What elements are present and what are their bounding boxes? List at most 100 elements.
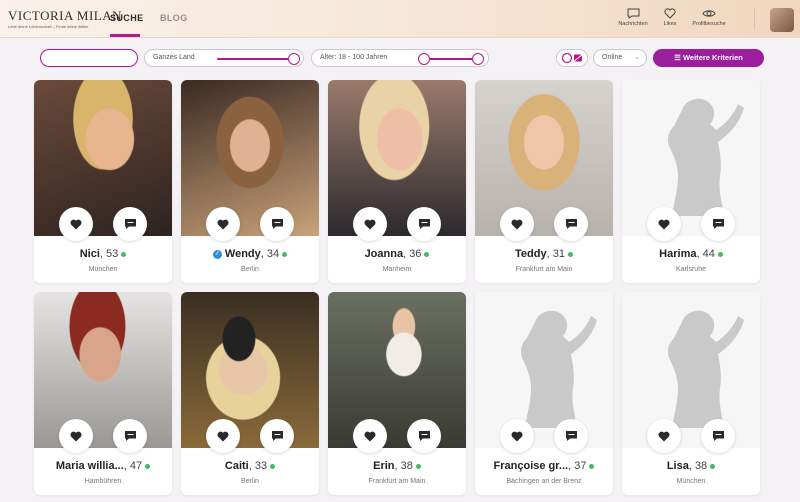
likes-button[interactable]: Likes	[656, 8, 684, 27]
more-criteria-label: Weitere Kriterien	[682, 53, 743, 62]
profile-photo[interactable]	[34, 80, 172, 236]
logo-tagline: Lebe deine Leidenschaft – Finde deine Af…	[8, 24, 89, 29]
message-button[interactable]	[701, 207, 735, 241]
profile-photo[interactable]	[622, 292, 760, 448]
profile-card[interactable]: Lisa, 38 München	[622, 292, 760, 495]
profile-photo[interactable]	[475, 80, 613, 236]
heart-icon	[511, 219, 523, 229]
tab-blog[interactable]: BLOG	[160, 13, 188, 23]
online-status-icon	[145, 463, 151, 469]
profile-name-line[interactable]: ✓ Wendy, 34	[181, 248, 319, 260]
active-tab-indicator	[110, 34, 140, 37]
profile-name-line[interactable]: Teddy, 31	[475, 248, 613, 260]
profile-name-line[interactable]: Joanna, 36	[328, 248, 466, 260]
profile-photo[interactable]	[328, 292, 466, 448]
profile-card[interactable]: Françoise gr..., 37 Bächingen an der Bren…	[475, 292, 613, 495]
header-divider	[754, 8, 755, 30]
status-value: Online	[602, 54, 623, 61]
status-select[interactable]: Online ⌄	[593, 49, 647, 67]
like-button[interactable]	[59, 207, 93, 241]
user-avatar[interactable]	[770, 8, 794, 32]
profile-name: Joanna	[364, 248, 404, 260]
profile-card[interactable]: Joanna, 36 Manheim	[328, 80, 466, 283]
likes-label: Likes	[663, 21, 677, 27]
profile-photo[interactable]	[34, 292, 172, 448]
profile-visits-label: Profilbesuche	[692, 21, 726, 27]
age-filter[interactable]: Alter: 18 - 100 Jahren	[311, 49, 489, 67]
search-input[interactable]	[40, 49, 138, 67]
like-button[interactable]	[59, 419, 93, 453]
profile-photo[interactable]	[475, 292, 613, 448]
online-status-icon	[589, 463, 595, 469]
like-button[interactable]	[353, 419, 387, 453]
heart-icon	[70, 431, 82, 441]
like-button[interactable]	[500, 419, 534, 453]
age-max-knob[interactable]	[472, 53, 484, 65]
profile-age: , 44	[696, 248, 715, 260]
profile-photo[interactable]	[328, 80, 466, 236]
more-criteria-button[interactable]: ☰ Weitere Kriterien	[653, 49, 764, 67]
profile-name-line[interactable]: Harima, 44	[622, 248, 760, 260]
profile-card[interactable]: Maria willia..., 47 Hambühren	[34, 292, 172, 495]
profile-name: Harima	[659, 248, 697, 260]
profile-city: Frankfurt am Main	[515, 266, 573, 273]
message-button[interactable]	[554, 207, 588, 241]
region-label: Ganzes Land	[153, 54, 195, 61]
like-button[interactable]	[647, 419, 681, 453]
site-logo[interactable]: VICTORIA MILAN Lebe deine Leidenschaft –…	[8, 9, 122, 31]
profile-age: , 31	[546, 248, 565, 260]
profile-card[interactable]: ✓ Wendy, 34 Berlin	[181, 80, 319, 283]
message-button[interactable]	[407, 419, 441, 453]
heart-icon	[217, 431, 229, 441]
profile-city: Bächingen an der Brenz	[506, 478, 582, 485]
profile-name-line[interactable]: Lisa, 38	[622, 460, 760, 472]
tab-suche[interactable]: SUCHE	[110, 13, 144, 23]
message-button[interactable]	[407, 207, 441, 241]
chat-icon	[565, 219, 577, 229]
profile-name-line[interactable]: Maria willia..., 47	[34, 460, 172, 472]
profile-name-line[interactable]: Caiti, 33	[181, 460, 319, 472]
message-button[interactable]	[554, 419, 588, 453]
photo-toggle[interactable]	[556, 49, 588, 67]
message-button[interactable]	[113, 207, 147, 241]
chat-icon	[712, 219, 724, 229]
chat-icon	[271, 431, 283, 441]
silhouette-placeholder	[667, 310, 744, 428]
profile-photo[interactable]	[622, 80, 760, 236]
region-filter[interactable]: Ganzes Land	[144, 49, 304, 67]
profile-card[interactable]: Caiti, 33 Berlin	[181, 292, 319, 495]
message-button[interactable]	[701, 419, 735, 453]
like-button[interactable]	[353, 207, 387, 241]
like-button[interactable]	[500, 207, 534, 241]
like-button[interactable]	[647, 207, 681, 241]
profile-city: Hambühren	[84, 478, 122, 485]
profile-card[interactable]: Erin, 38 Frankfurt am Main	[328, 292, 466, 495]
region-slider-knob[interactable]	[288, 53, 300, 65]
profile-card[interactable]: Teddy, 31 Frankfurt am Main	[475, 80, 613, 283]
toggle-icon	[561, 52, 584, 64]
message-button[interactable]	[260, 419, 294, 453]
message-button[interactable]	[260, 207, 294, 241]
profile-name-line[interactable]: Erin, 38	[328, 460, 466, 472]
online-status-icon	[270, 463, 276, 469]
age-min-knob[interactable]	[418, 53, 430, 65]
region-slider-track	[217, 58, 295, 60]
profile-photo[interactable]	[181, 80, 319, 236]
profile-city: München	[676, 478, 706, 485]
chat-icon	[124, 431, 136, 441]
silhouette-placeholder	[667, 98, 744, 216]
profile-name-line[interactable]: Françoise gr..., 37	[475, 460, 613, 472]
profile-name-line[interactable]: Nici, 53	[34, 248, 172, 260]
heart-icon	[511, 431, 523, 441]
profile-photo[interactable]	[181, 292, 319, 448]
profile-card[interactable]: Nici, 53 München	[34, 80, 172, 283]
profile-visits-button[interactable]: Profilbesuche	[686, 8, 732, 27]
profile-card[interactable]: Harima, 44 Karlsruhe	[622, 80, 760, 283]
message-button[interactable]	[113, 419, 147, 453]
profile-age: , 38	[688, 460, 708, 472]
like-button[interactable]	[206, 419, 240, 453]
profile-city: München	[88, 266, 118, 273]
like-button[interactable]	[206, 207, 240, 241]
silhouette-placeholder	[520, 310, 597, 428]
messages-button[interactable]: Nachrichten	[614, 8, 652, 27]
